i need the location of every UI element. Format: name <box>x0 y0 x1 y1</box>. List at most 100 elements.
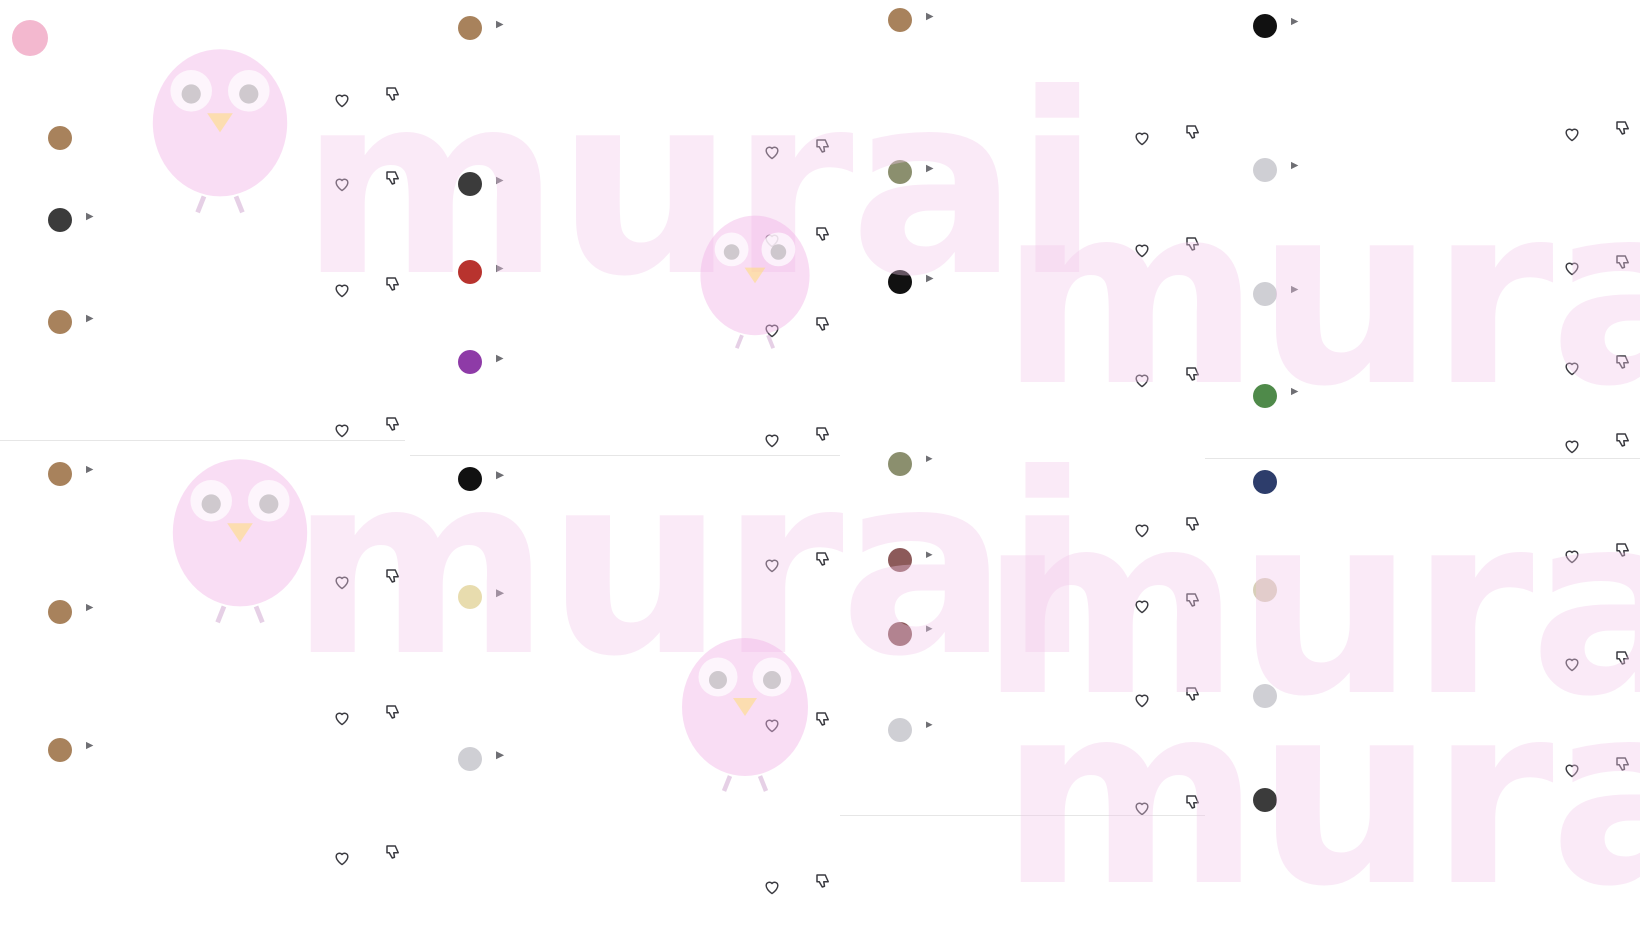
like-button[interactable] <box>1563 260 1584 276</box>
dislike-icon[interactable] <box>1184 515 1202 538</box>
comment-author[interactable]: ▶ <box>82 308 98 324</box>
comment-author[interactable]: ▶ <box>922 268 938 284</box>
avatar[interactable] <box>48 738 72 762</box>
dislike-icon[interactable] <box>814 710 832 733</box>
like-button[interactable] <box>1563 126 1584 142</box>
avatar[interactable] <box>12 20 48 56</box>
like-button[interactable] <box>333 710 354 726</box>
avatar[interactable] <box>888 452 912 476</box>
avatar[interactable] <box>1253 788 1277 812</box>
dislike-icon[interactable] <box>1614 541 1632 564</box>
avatar[interactable] <box>1253 470 1277 494</box>
dislike-icon[interactable] <box>814 225 832 248</box>
like-button[interactable] <box>333 92 354 108</box>
avatar[interactable] <box>458 172 482 196</box>
like-button[interactable] <box>1563 360 1584 376</box>
avatar[interactable] <box>1253 282 1277 306</box>
comment-author[interactable]: ▶ <box>1287 382 1302 397</box>
dislike-icon[interactable] <box>1614 353 1632 376</box>
avatar[interactable] <box>1253 578 1277 602</box>
dislike-icon[interactable] <box>1184 685 1202 708</box>
avatar[interactable] <box>48 600 72 624</box>
dislike-icon[interactable] <box>384 415 402 438</box>
like-button[interactable] <box>1133 522 1154 538</box>
dislike-icon[interactable] <box>1614 253 1632 276</box>
like-button[interactable] <box>1563 762 1584 778</box>
like-button[interactable] <box>1563 548 1584 564</box>
avatar[interactable] <box>888 160 912 184</box>
dislike-icon[interactable] <box>1184 793 1202 816</box>
dislike-icon[interactable] <box>814 315 832 338</box>
avatar[interactable] <box>888 270 912 294</box>
like-button[interactable] <box>1133 130 1154 146</box>
avatar[interactable] <box>1253 14 1277 38</box>
dislike-icon[interactable] <box>814 550 832 573</box>
dislike-icon[interactable] <box>1184 123 1202 146</box>
comment-author[interactable]: ▶ <box>492 170 508 186</box>
like-button[interactable] <box>333 282 354 298</box>
comment-author[interactable]: ▶ <box>82 736 97 751</box>
like-button[interactable] <box>763 322 784 338</box>
avatar[interactable] <box>888 548 912 572</box>
like-button[interactable] <box>763 557 784 573</box>
dislike-icon[interactable] <box>384 85 402 108</box>
avatar[interactable] <box>458 747 482 771</box>
dislike-icon[interactable] <box>384 843 402 866</box>
like-button[interactable] <box>763 717 784 733</box>
like-button[interactable] <box>1133 800 1154 816</box>
like-button[interactable] <box>333 422 354 438</box>
comment-author[interactable]: ▶ <box>1287 280 1302 295</box>
dislike-icon[interactable] <box>814 425 832 448</box>
like-button[interactable] <box>763 232 784 248</box>
avatar[interactable] <box>1253 684 1277 708</box>
comment-author[interactable]: ▶ <box>492 258 508 274</box>
like-button[interactable] <box>333 850 354 866</box>
comment-author[interactable]: ▶ <box>82 460 97 475</box>
avatar[interactable] <box>48 208 72 232</box>
avatar[interactable] <box>458 16 482 40</box>
like-button[interactable] <box>763 432 784 448</box>
comment-author[interactable]: ▶ <box>922 620 937 634</box>
comment-author[interactable]: ▶ <box>922 546 937 560</box>
comment-author[interactable]: ▶ <box>492 583 508 600</box>
avatar[interactable] <box>458 260 482 284</box>
avatar[interactable] <box>1253 384 1277 408</box>
comment-author[interactable]: ▶ <box>922 450 937 464</box>
like-button[interactable] <box>333 574 354 590</box>
comment-author[interactable]: ▶ <box>82 598 97 613</box>
like-button[interactable] <box>1563 656 1584 672</box>
avatar[interactable] <box>458 350 482 374</box>
comment-author[interactable]: ▶ <box>1287 12 1302 27</box>
avatar[interactable] <box>48 126 72 150</box>
dislike-icon[interactable] <box>384 567 402 590</box>
dislike-icon[interactable] <box>814 872 832 895</box>
like-button[interactable] <box>763 879 784 895</box>
comment-author[interactable]: ▶ <box>492 465 508 482</box>
like-button[interactable] <box>333 176 354 192</box>
comment-author[interactable]: ▶ <box>492 745 508 762</box>
dislike-icon[interactable] <box>1614 755 1632 778</box>
avatar[interactable] <box>888 8 912 32</box>
dislike-icon[interactable] <box>1614 649 1632 672</box>
dislike-icon[interactable] <box>384 275 402 298</box>
like-button[interactable] <box>1133 598 1154 614</box>
comment-author[interactable]: ▶ <box>82 206 98 222</box>
like-button[interactable] <box>1133 242 1154 258</box>
avatar[interactable] <box>888 718 912 742</box>
comment-author[interactable]: ▶ <box>922 158 938 174</box>
comment-author[interactable]: ▶ <box>922 716 937 730</box>
like-button[interactable] <box>1563 438 1584 454</box>
dislike-icon[interactable] <box>814 137 832 160</box>
avatar[interactable] <box>48 310 72 334</box>
dislike-icon[interactable] <box>1614 431 1632 454</box>
like-button[interactable] <box>1133 372 1154 388</box>
avatar[interactable] <box>458 467 482 491</box>
comment-author[interactable]: ▶ <box>922 6 938 22</box>
dislike-icon[interactable] <box>1614 119 1632 142</box>
dislike-icon[interactable] <box>384 703 402 726</box>
dislike-icon[interactable] <box>384 169 402 192</box>
avatar[interactable] <box>1253 158 1277 182</box>
like-button[interactable] <box>1133 692 1154 708</box>
avatar[interactable] <box>458 585 482 609</box>
comment-author[interactable]: ▶ <box>492 348 508 364</box>
